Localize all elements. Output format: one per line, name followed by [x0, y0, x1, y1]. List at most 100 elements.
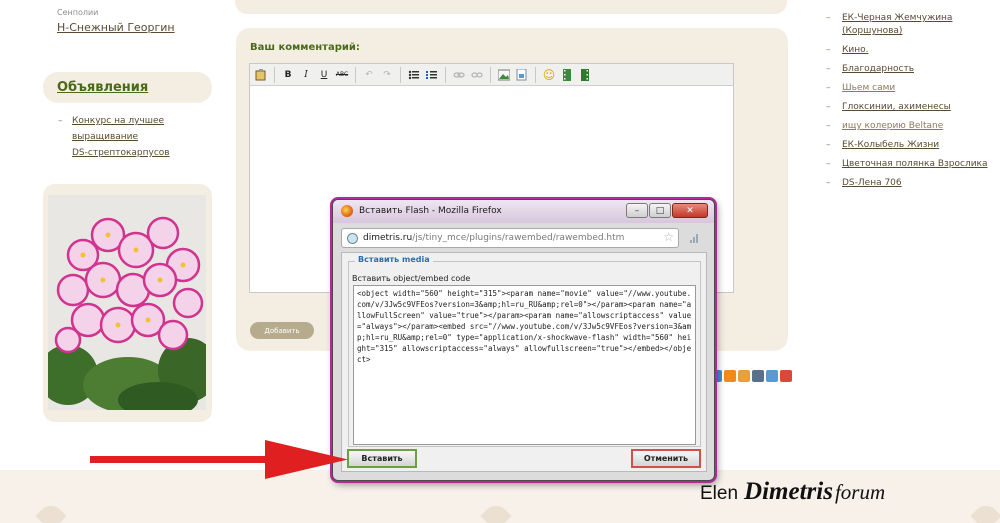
ads-list-item: – Конкурс на лучшее: [58, 113, 170, 129]
media-fieldset: Вставить media Вставить object/embed cod…: [348, 255, 701, 447]
toolbar-separator: [400, 66, 401, 83]
sidebar-link[interactable]: Цветочная полянка Взрослика: [842, 159, 988, 169]
sidebar-list-item: – Благодарность: [826, 63, 1000, 76]
bullet-dash: –: [826, 178, 831, 188]
firefox-icon: [341, 205, 353, 217]
photo-panel: [43, 184, 212, 422]
unlink-icon[interactable]: [469, 67, 485, 83]
signal-bars-icon: [690, 233, 698, 243]
sidebar-link[interactable]: ЕК-Черная Жемчужина (Коршунова): [842, 13, 952, 36]
bullet-dash: –: [826, 13, 831, 23]
underline-icon[interactable]: U: [316, 67, 332, 83]
url-domain: dimetris.ru: [363, 233, 413, 243]
bullet-dash: –: [826, 102, 831, 112]
ads-list-item: выращивание: [58, 129, 170, 145]
bullet-dash: –: [826, 159, 831, 169]
red-annotation-arrow: [90, 440, 348, 479]
flash-icon[interactable]: [577, 67, 593, 83]
bullet-dash: –: [826, 121, 831, 131]
ads-title-link[interactable]: Объявления: [57, 80, 148, 95]
share-icon[interactable]: [738, 370, 750, 382]
sidebar-list-item: – Цветочная полянка Взрослика: [826, 158, 1000, 171]
image-insert-icon[interactable]: [514, 67, 530, 83]
watermark-suffix: forum: [834, 480, 886, 504]
ads-link[interactable]: выращивание: [72, 132, 138, 142]
link-icon[interactable]: [451, 67, 467, 83]
sidebar-list-item: – ЕК-Черная Жемчужина (Коршунова): [826, 12, 1000, 38]
fieldset-legend: Вставить media: [355, 255, 433, 264]
bullet-dash: –: [826, 45, 831, 55]
editor-toolbar: B I U ABC ↶ ↷ ☺: [250, 64, 733, 86]
sidebar-list-item: – ЕК-Колыбель Жизни: [826, 139, 1000, 152]
toolbar-separator: [535, 66, 536, 83]
insert-button[interactable]: Вставить: [347, 449, 417, 468]
media-icon[interactable]: [559, 67, 575, 83]
paste-icon[interactable]: [253, 67, 269, 83]
sidebar-link[interactable]: Благодарность: [842, 64, 914, 74]
address-bar[interactable]: dimetris.ru/js/tiny_mce/plugins/rawembed…: [341, 228, 679, 248]
toolbar-separator: [445, 66, 446, 83]
ads-list: – Конкурс на лучшее выращивание DS-стреп…: [58, 113, 170, 161]
watermark-brand: Dimetris: [744, 478, 833, 505]
minimize-button[interactable]: –: [626, 203, 648, 218]
sidebar-link[interactable]: Шьем сами: [842, 83, 895, 93]
watermark-author: Elen: [700, 483, 739, 504]
ads-list-item: DS-стрептокарпусов: [58, 145, 170, 161]
previous-post-link[interactable]: Н-Снежный Георгин: [57, 21, 175, 34]
maximize-button[interactable]: □: [649, 203, 671, 218]
toolbar-separator: [490, 66, 491, 83]
bullet-dash: –: [58, 116, 63, 126]
window-controls: – □ ✕: [626, 203, 708, 218]
sidebar-link[interactable]: ищу колерию Beltane: [842, 121, 943, 131]
odnoklassniki-icon[interactable]: [724, 370, 736, 382]
numbered-list-icon[interactable]: [424, 67, 440, 83]
window-title: Вставить Flash - Mozilla Firefox: [359, 206, 502, 216]
dialog-content: Вставить media Вставить object/embed cod…: [341, 252, 707, 472]
image-icon[interactable]: [496, 67, 512, 83]
share-icon[interactable]: [752, 370, 764, 382]
ads-link[interactable]: Конкурс на лучшее: [72, 116, 164, 126]
strikethrough-icon[interactable]: ABC: [334, 67, 350, 83]
sidebar-link[interactable]: Глоксинии, ахименесы: [842, 102, 951, 112]
window-titlebar[interactable]: Вставить Flash - Mozilla Firefox – □ ✕: [333, 200, 714, 223]
emoticon-icon[interactable]: ☺: [541, 67, 557, 83]
bookmark-star-icon[interactable]: ☆: [663, 230, 674, 244]
right-sidebar-list: – ЕК-Черная Жемчужина (Коршунова) – Кино. …: [826, 12, 1000, 196]
sidebar-list-item: – Кино.: [826, 44, 1000, 57]
social-share-icons: [710, 370, 792, 382]
undo-icon[interactable]: ↶: [361, 67, 377, 83]
ads-link[interactable]: DS-стрептокарпусов: [72, 148, 170, 158]
sidebar-list-item: – DS-Лена 706: [826, 177, 1000, 190]
sidebar-list-item: – Глоксинии, ахименесы: [826, 101, 1000, 114]
embed-code-label: Вставить object/embed code: [352, 274, 471, 283]
embed-code-textarea[interactable]: <object width="560" height="315"><param …: [353, 285, 696, 445]
violet-flower-photo: [48, 195, 206, 410]
sidebar-link[interactable]: Кино.: [842, 45, 869, 55]
bullet-list-icon[interactable]: [406, 67, 422, 83]
insert-flash-dialog: Вставить Flash - Mozilla Firefox – □ ✕ d…: [332, 199, 715, 481]
sidebar-link[interactable]: ЕК-Колыбель Жизни: [842, 140, 939, 150]
italic-icon[interactable]: I: [298, 67, 314, 83]
comment-form-title: Ваш комментарий:: [250, 42, 360, 53]
globe-icon: [347, 232, 358, 244]
bullet-dash: –: [826, 83, 831, 93]
ads-header: Объявления: [43, 72, 212, 103]
toolbar-separator: [355, 66, 356, 83]
sidebar-list-item: – Шьем сами: [826, 82, 1000, 95]
bullet-dash: –: [826, 64, 831, 74]
toolbar-separator: [274, 66, 275, 83]
forum-watermark: Elen Dimetrisforum: [700, 478, 885, 506]
previous-content-strip: [235, 0, 787, 14]
close-button[interactable]: ✕: [672, 203, 708, 218]
google-plus-icon[interactable]: [780, 370, 792, 382]
cancel-button[interactable]: Отменить: [631, 449, 701, 468]
url-path: /js/tiny_mce/plugins/rawembed/rawembed.h…: [412, 233, 625, 243]
sidebar-list-item: – ищу колерию Beltane: [826, 120, 1000, 133]
share-icon[interactable]: [766, 370, 778, 382]
submit-comment-button[interactable]: Добавить: [250, 322, 314, 339]
bullet-dash: –: [826, 140, 831, 150]
redo-icon[interactable]: ↷: [379, 67, 395, 83]
previous-post-author: Сенполии: [57, 8, 99, 17]
bold-icon[interactable]: B: [280, 67, 296, 83]
sidebar-link[interactable]: DS-Лена 706: [842, 178, 902, 188]
